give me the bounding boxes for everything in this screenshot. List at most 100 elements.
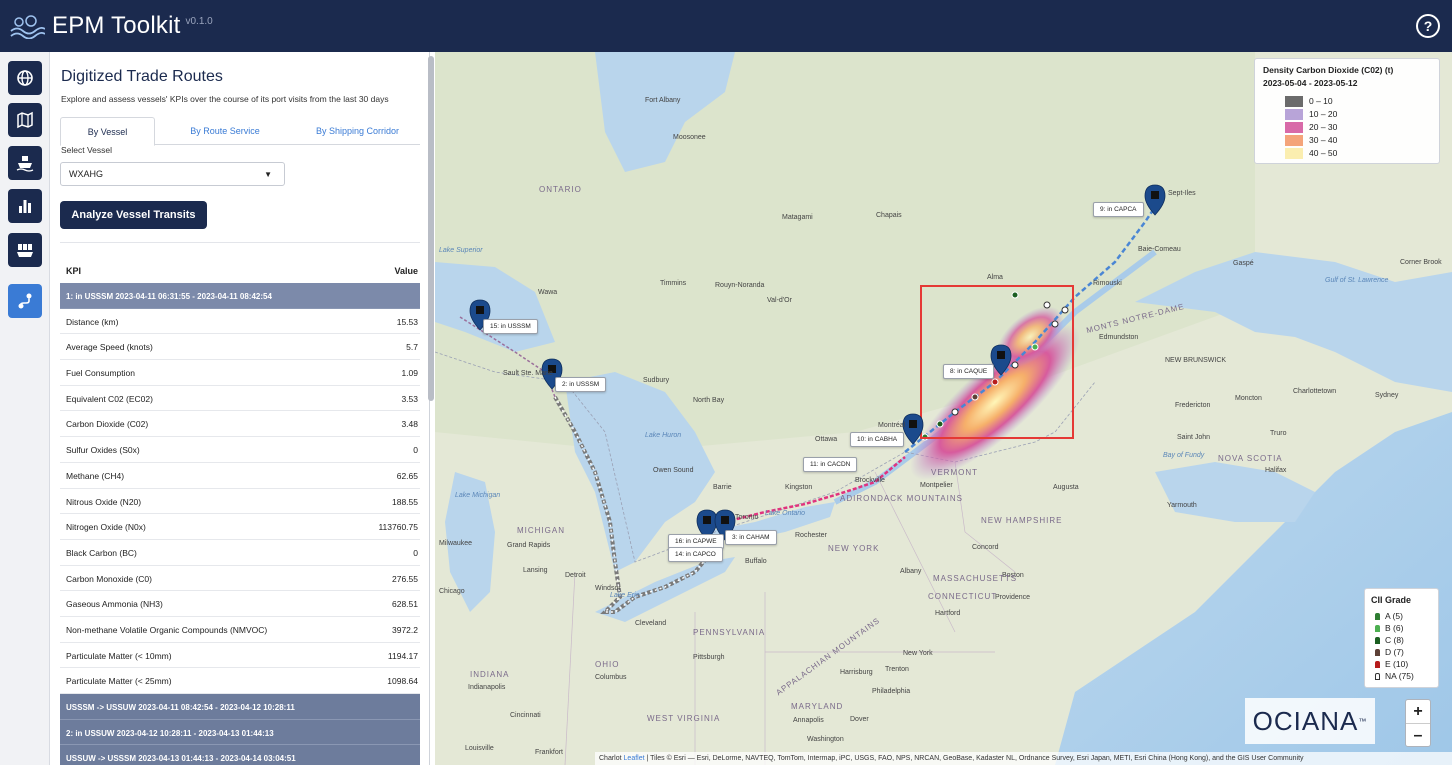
density-legend: Density Carbon Dioxide (C02) (t) 2023-05…	[1254, 58, 1440, 164]
port-label[interactable]: 11: in CACDN	[803, 457, 858, 472]
rail-chart-button[interactable]	[8, 189, 42, 223]
map-label: Cincinnati	[510, 712, 541, 719]
legend-bin-label: 20 – 30	[1309, 122, 1338, 132]
panel-scrollbar[interactable]	[428, 56, 434, 401]
zoom-in-button[interactable]: +	[1406, 700, 1430, 724]
kpi-value: 3.48	[401, 419, 418, 430]
segment-row[interactable]: USSUW -> USSSM 2023-04-13 01:44:13 - 202…	[60, 745, 420, 765]
logo-icon	[8, 11, 46, 41]
map-label: CONNECTICUT	[928, 592, 998, 601]
segment-row[interactable]: 2: in USSUW 2023-04-12 10:28:11 - 2023-0…	[60, 719, 420, 746]
map-label: Frankfort	[535, 749, 564, 756]
table-row: Methane (CH4) 62.65	[60, 463, 420, 489]
port-label[interactable]: 9: in CAPCA	[1093, 202, 1144, 217]
panel-title: Digitized Trade Routes	[61, 68, 223, 85]
map-label: Timmins	[660, 280, 687, 287]
port-label[interactable]: 2: in USSSM	[555, 377, 607, 392]
port-label[interactable]: 8: in CAQUE	[943, 364, 995, 379]
rail-globe-button[interactable]	[8, 61, 42, 95]
map-label: MARYLAND	[791, 702, 844, 711]
table-row: Fuel Consumption 1.09	[60, 360, 420, 386]
map-label: Fort Albany	[645, 97, 681, 104]
cii-grade: E (10)	[1375, 659, 1408, 669]
ship-marker-icon	[1375, 672, 1380, 680]
map-label: Rimouski	[1093, 280, 1122, 287]
globe-icon	[17, 70, 33, 86]
port-label[interactable]: 10: in CABHA	[850, 432, 905, 447]
map-label: ADIRONDACK MOUNTAINS	[840, 494, 963, 503]
kpi-name: Carbon Dioxide (C02)	[66, 419, 149, 430]
ship-icon	[16, 156, 34, 172]
tab-by-route-service[interactable]: By Route Service	[165, 117, 285, 145]
map-label: Fredericton	[1175, 402, 1211, 409]
rail-map-button[interactable]	[8, 103, 42, 137]
table-row: Particulate Matter (< 10mm) 1194.17	[60, 643, 420, 669]
table-row: Sulfur Oxides (S0x) 0	[60, 437, 420, 463]
map-label: Indianapolis	[468, 684, 506, 691]
kpi-table-header: KPI Value	[60, 242, 420, 282]
kpi-value: 15.53	[396, 316, 418, 327]
panel-subtitle: Explore and assess vessels' KPIs over th…	[61, 94, 389, 104]
rail-port-button[interactable]	[8, 233, 42, 267]
map-label: Albany	[900, 568, 922, 575]
segment-row[interactable]: USSSM -> USSUW 2023-04-11 08:42:54 - 202…	[60, 694, 420, 720]
help-button[interactable]: ?	[1416, 14, 1440, 38]
map-label: Chapais	[876, 212, 902, 219]
map-label: Sydney	[1375, 392, 1399, 399]
vessel-select[interactable]: WXAHG ▼	[60, 162, 285, 186]
legend-swatch	[1285, 121, 1303, 133]
map-label: Rochester	[795, 532, 827, 539]
table-row: Carbon Monoxide (C0) 276.55	[60, 566, 420, 592]
map-label: Washington	[807, 736, 844, 743]
attribution-prefix: Charlot	[599, 755, 622, 762]
map-label: Wawa	[538, 289, 558, 296]
map-label: Moncton	[1235, 395, 1262, 402]
map-label: Yarmouth	[1167, 502, 1197, 509]
table-row: Non-methane Volatile Organic Compounds (…	[60, 617, 420, 643]
kpi-name: Gaseous Ammonia (NH3)	[66, 599, 163, 610]
map-label: Lake Ontario	[765, 510, 806, 517]
app-root: EPM Toolkit v0.1.0 ? Digitized Trade Rou…	[0, 0, 1452, 765]
route-icon	[18, 293, 32, 309]
vessel-select-value: WXAHG	[69, 169, 104, 179]
map-view[interactable]: Fort Albany Moosonee ONTARIO Matagami Ch…	[435, 52, 1452, 765]
tab-by-shipping-corridor[interactable]: By Shipping Corridor	[295, 117, 420, 145]
ship-marker-icon	[1375, 624, 1380, 632]
map-label: Cleveland	[635, 620, 667, 627]
analyze-vessel-transits-button[interactable]: Analyze Vessel Transits	[60, 201, 207, 229]
segment-label: USSUW -> USSSM 2023-04-13 01:44:13 - 202…	[66, 754, 296, 764]
legend-title: Density Carbon Dioxide (C02) (t)	[1263, 65, 1394, 75]
kpi-table: 1: in USSSM 2023-04-11 06:31:55 - 2023-0…	[60, 283, 420, 765]
leaflet-link[interactable]: Leaflet	[624, 755, 645, 762]
cii-grade-label: E (10)	[1385, 659, 1409, 669]
map-label: Sault Ste. Marie	[503, 370, 553, 377]
map-label: ONTARIO	[539, 185, 582, 194]
legend-bin-label: 30 – 40	[1309, 135, 1338, 145]
rail-ship-button[interactable]	[8, 146, 42, 180]
bar-chart-icon	[19, 200, 31, 213]
port-label[interactable]: 15: in USSSM	[483, 319, 538, 334]
kpi-name: Fuel Consumption	[66, 368, 135, 379]
map-label: Gulf of St. Lawrence	[1325, 277, 1389, 284]
kpi-name: Methane (CH4)	[66, 470, 125, 481]
port-label[interactable]: 14: in CAPCO	[668, 547, 723, 562]
map-label: Matagami	[782, 214, 813, 221]
segment-label: USSSM -> USSUW 2023-04-11 08:42:54 - 202…	[66, 703, 295, 712]
map-label: Lake Erie	[610, 592, 640, 599]
map-label: Alma	[987, 274, 1003, 281]
map-label: Moosonee	[673, 134, 706, 141]
rail-route-button[interactable]	[8, 284, 42, 318]
map-label: Philadelphia	[872, 688, 911, 695]
segment-row-active[interactable]: 1: in USSSM 2023-04-11 06:31:55 - 2023-0…	[60, 283, 420, 309]
map-label: Providence	[995, 594, 1031, 601]
map-label: Hartford	[935, 610, 961, 617]
map-label: North Bay	[693, 397, 725, 404]
map-label: NEW HAMPSHIRE	[981, 516, 1063, 525]
map-label: OHIO	[595, 660, 620, 669]
tab-by-vessel[interactable]: By Vessel	[60, 117, 155, 146]
zoom-out-button[interactable]: –	[1406, 724, 1430, 748]
port-label[interactable]: 3: in CAHAM	[725, 530, 777, 545]
map-label: MICHIGAN	[517, 526, 565, 535]
map-icon	[17, 111, 33, 129]
kpi-name: Average Speed (knots)	[66, 342, 153, 353]
